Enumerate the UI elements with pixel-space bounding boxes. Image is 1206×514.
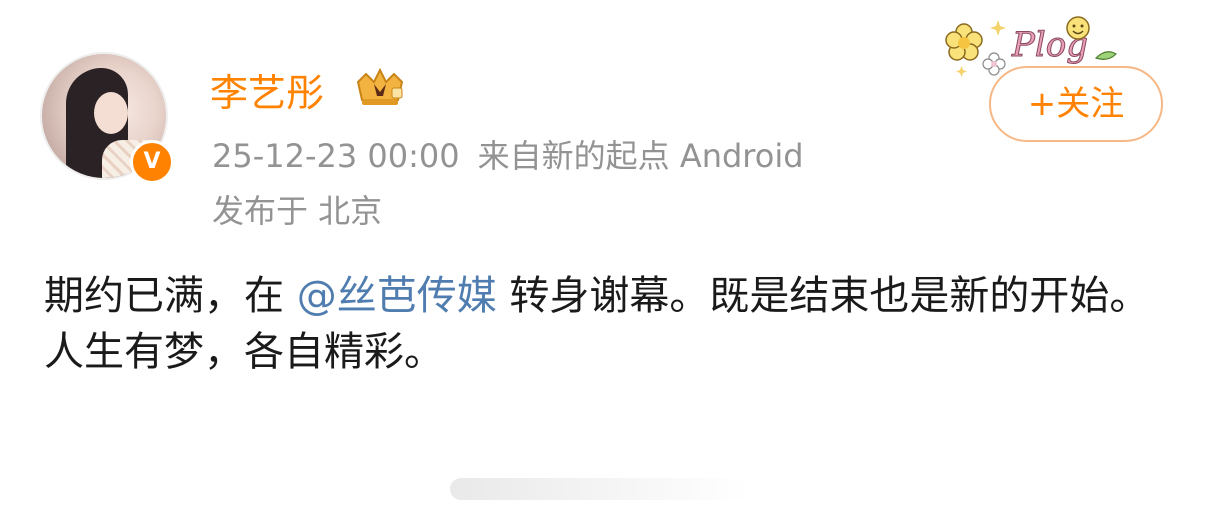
mention-link[interactable]: @丝芭传媒 — [297, 273, 497, 319]
weibo-post: V 李艺彤 25-12-23 00:00 来自新的起点 Android 发布于 北… — [0, 0, 1206, 514]
crown-icon — [356, 67, 404, 105]
post-content: 期约已满，在 @丝芭传媒 转身谢幕。既是结束也是新的开始。 人生有梦，各自精彩。 — [44, 268, 1174, 380]
image-placeholder-bar — [450, 478, 750, 500]
post-location: 发布于 北京 — [212, 192, 383, 230]
verified-badge-icon: V — [130, 140, 174, 184]
username[interactable]: 李艺彤 — [210, 62, 324, 117]
avatar-face — [94, 92, 128, 134]
post-meta: 25-12-23 00:00 来自新的起点 Android — [212, 131, 804, 177]
post-source[interactable]: 来自新的起点 Android — [478, 137, 804, 175]
follow-button[interactable]: +关注 — [989, 66, 1163, 142]
post-text-after-mention: 转身谢幕。既是结束也是新的开始。 — [496, 273, 1150, 319]
post-paragraph-1: 期约已满，在 @丝芭传媒 转身谢幕。既是结束也是新的开始。 — [44, 268, 1174, 324]
post-paragraph-2: 人生有梦，各自精彩。 — [44, 329, 444, 375]
post-text-before-mention: 期约已满，在 — [44, 273, 297, 319]
post-time: 25-12-23 00:00 — [212, 137, 460, 175]
